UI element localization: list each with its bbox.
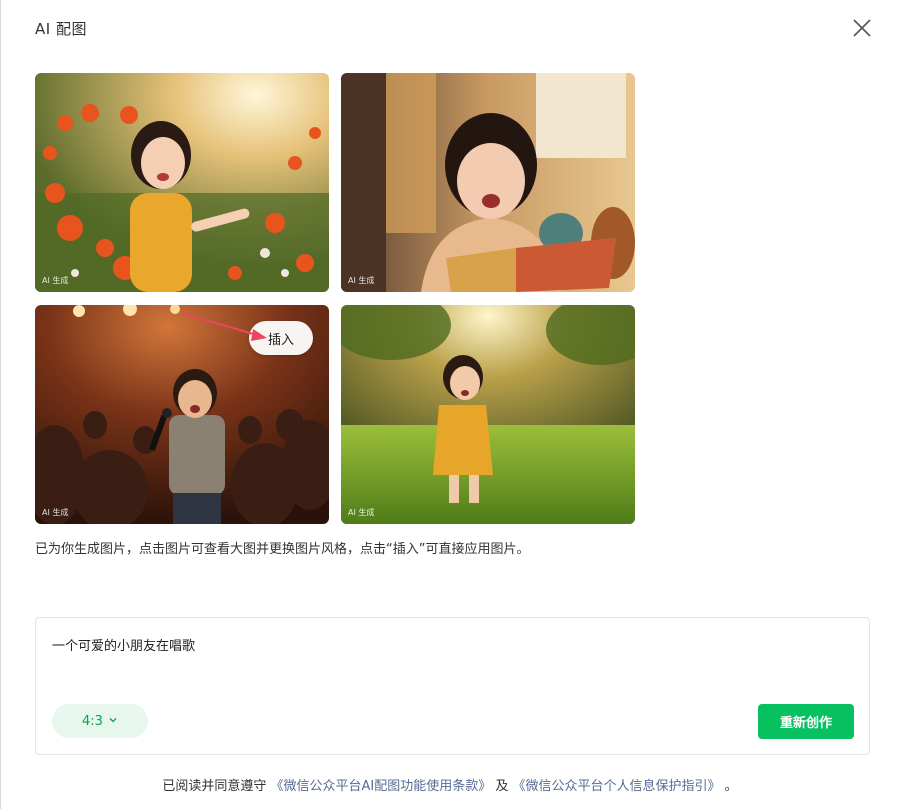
aspect-ratio-value: 4:3: [82, 713, 103, 729]
ai-generated-tag: AI 生成: [42, 508, 69, 517]
generated-image-3[interactable]: AI 生成 插入: [35, 305, 329, 524]
insert-button[interactable]: 插入: [249, 321, 313, 355]
ai-image-dialog: AI 配图 AI 生成 AI 生成 AI 生成 插入 AI 生成 已为你生成图片…: [0, 0, 898, 809]
privacy-link[interactable]: 《微信公众平台个人信息保护指引》: [513, 779, 721, 794]
terms-link[interactable]: 《微信公众平台AI配图功能使用条款》: [270, 779, 491, 794]
image-girl-in-flowers: [35, 73, 329, 292]
agreement-suffix: 。: [724, 779, 738, 794]
ai-generated-tag: AI 生成: [348, 276, 375, 285]
prompt-input-box[interactable]: 一个可爱的小朋友在唱歌 4:3 重新创作: [35, 617, 870, 755]
agreement-prefix: 已阅读并同意遵守: [162, 779, 267, 794]
prompt-text[interactable]: 一个可爱的小朋友在唱歌: [52, 635, 195, 654]
agreement-footer: 已阅读并同意遵守 《微信公众平台AI配图功能使用条款》 及 《微信公众平台个人信…: [1, 775, 898, 794]
image-girl-reading: [341, 73, 635, 292]
dialog-title: AI 配图: [35, 20, 87, 38]
image-toddler-on-grass: [341, 305, 635, 524]
generated-image-4[interactable]: AI 生成: [341, 305, 635, 524]
generated-image-2[interactable]: AI 生成: [341, 73, 635, 292]
generated-image-1[interactable]: AI 生成: [35, 73, 329, 292]
ai-generated-tag: AI 生成: [42, 276, 69, 285]
chevron-down-icon: [108, 714, 118, 729]
aspect-ratio-select[interactable]: 4:3: [52, 704, 148, 738]
close-icon[interactable]: [851, 17, 873, 39]
ai-generated-tag: AI 生成: [348, 508, 375, 517]
hint-text: 已为你生成图片，点击图片可查看大图并更换图片风格，点击“插入”可直接应用图片。: [35, 542, 530, 557]
agreement-joiner: 及: [495, 779, 509, 794]
regenerate-button[interactable]: 重新创作: [758, 704, 854, 739]
